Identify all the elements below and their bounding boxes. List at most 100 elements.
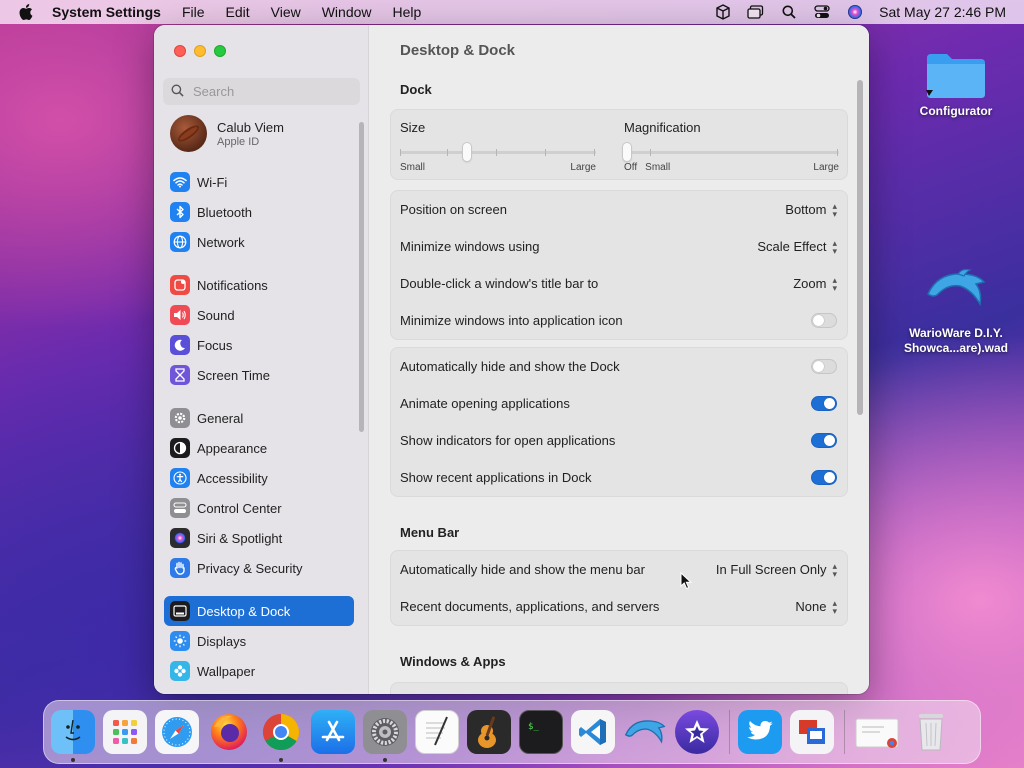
- sidebar-item-label: Siri & Spotlight: [197, 530, 283, 546]
- textedit-icon[interactable]: [415, 710, 459, 754]
- close-button[interactable]: [174, 45, 186, 57]
- section-title-windows-apps: Windows & Apps: [400, 654, 506, 669]
- search-icon[interactable]: [772, 0, 805, 24]
- apple-menu-icon[interactable]: [0, 4, 52, 20]
- safari-icon[interactable]: [155, 710, 199, 754]
- size-slider[interactable]: [400, 143, 596, 161]
- dock-separator: [729, 710, 730, 754]
- imovie-icon[interactable]: [675, 710, 719, 754]
- garageband-icon[interactable]: [467, 710, 511, 754]
- sidebar-item-privacy-security[interactable]: Privacy & Security: [164, 553, 354, 583]
- minimize-effect-popup[interactable]: Scale Effect ▴ ▾: [757, 238, 837, 255]
- menu-window[interactable]: Window: [322, 4, 372, 20]
- remote-desktop-icon[interactable]: [790, 710, 834, 754]
- speaker-icon: [170, 305, 190, 325]
- apple-id-account[interactable]: Calub Viem Apple ID: [170, 115, 284, 152]
- sidebar-item-screen-time[interactable]: Screen Time: [164, 360, 354, 390]
- auto-hide-dock-toggle[interactable]: [811, 359, 837, 374]
- firefox-icon[interactable]: [207, 710, 251, 754]
- row-label: Minimize windows using: [400, 239, 540, 254]
- desktop-icon-wad-file[interactable]: WarioWare D.I.Y. Showca...are).wad: [896, 268, 1016, 356]
- trash-icon[interactable]: [909, 710, 953, 754]
- menu-bar-hide-popup[interactable]: In Full Screen Only ▴ ▾: [715, 561, 837, 578]
- app-name-menu[interactable]: System Settings: [52, 4, 161, 20]
- desktop-icon-configurator[interactable]: Configurator: [906, 50, 1006, 119]
- sidebar-item-bluetooth[interactable]: Bluetooth: [164, 197, 354, 227]
- row-label: Show recent applications in Dock: [400, 470, 592, 485]
- chevron-updown-icon: ▴ ▾: [832, 200, 837, 219]
- box-icon[interactable]: [706, 0, 739, 24]
- sidebar-item-desktop-dock[interactable]: Desktop & Dock: [164, 596, 354, 626]
- sidebar-item-label: Screen Time: [197, 367, 270, 383]
- menu-view[interactable]: View: [271, 4, 301, 20]
- sidebar-item-label: Control Center: [197, 500, 282, 516]
- menu-file[interactable]: File: [182, 4, 205, 20]
- row-show-recent-apps: Show recent applications in Dock: [391, 459, 847, 496]
- size-min-label: Small: [400, 162, 426, 173]
- dock-icon: [170, 601, 190, 621]
- sidebar-item-label: Accessibility: [197, 470, 268, 486]
- system-settings-window: Search Calub Viem Apple ID Wi-Fi Bluetoo…: [154, 25, 869, 694]
- popup-value: In Full Screen Only: [715, 562, 827, 577]
- minimize-button[interactable]: [194, 45, 206, 57]
- page-title: Desktop & Dock: [400, 42, 516, 59]
- magnification-slider[interactable]: [623, 143, 839, 161]
- sidebar-item-accessibility[interactable]: Accessibility: [164, 463, 354, 493]
- menu-edit[interactable]: Edit: [226, 4, 250, 20]
- system-settings-icon[interactable]: [363, 710, 407, 762]
- size-slider-block: Size Small Large: [400, 120, 596, 173]
- control-center-icon[interactable]: [805, 0, 838, 24]
- sidebar-item-wallpaper[interactable]: Wallpaper: [164, 656, 354, 686]
- row-label: Recent documents, applications, and serv…: [400, 599, 660, 614]
- sidebar-item-network[interactable]: Network: [164, 227, 354, 257]
- search-icon: [171, 84, 187, 100]
- window-stack-icon[interactable]: [739, 0, 772, 24]
- flower-icon: [170, 661, 190, 681]
- chrome-icon[interactable]: [259, 710, 303, 762]
- position-popup[interactable]: Bottom ▴ ▾: [785, 200, 837, 219]
- terminal-icon[interactable]: $_: [519, 710, 563, 754]
- show-indicators-toggle[interactable]: [811, 433, 837, 448]
- dolphin-icon[interactable]: [623, 710, 667, 754]
- dock-sliders-group: Size Small Large Magnification Off Small…: [390, 109, 848, 180]
- desktop-icon-label-line2: Showca...are).wad: [903, 341, 1009, 355]
- launchpad-icon[interactable]: [103, 710, 147, 754]
- animate-opening-toggle[interactable]: [811, 396, 837, 411]
- siri-icon[interactable]: [838, 0, 871, 24]
- size-max-label: Large: [570, 162, 596, 173]
- show-recent-apps-toggle[interactable]: [811, 470, 837, 485]
- double-click-action-popup[interactable]: Zoom ▴ ▾: [793, 275, 837, 292]
- sidebar-item-notifications[interactable]: Notifications: [164, 270, 354, 300]
- sidebar-item-sound[interactable]: Sound: [164, 300, 354, 330]
- recent-items-popup[interactable]: None ▴ ▾: [795, 598, 837, 615]
- dolphin-icon: [924, 268, 988, 312]
- wifi-icon: [170, 172, 190, 192]
- sidebar-item-wifi[interactable]: Wi-Fi: [164, 167, 354, 197]
- avatar: [170, 115, 207, 152]
- menu-help[interactable]: Help: [393, 4, 422, 20]
- recent-document-icon[interactable]: [853, 710, 901, 754]
- sidebar-item-focus[interactable]: Focus: [164, 330, 354, 360]
- main-pane: Desktop & Dock Dock Size Small Large Mag…: [369, 25, 869, 694]
- size-slider-knob[interactable]: [462, 143, 471, 161]
- app-store-icon[interactable]: [311, 710, 355, 754]
- sidebar-item-appearance[interactable]: Appearance: [164, 433, 354, 463]
- magnification-slider-knob[interactable]: [623, 143, 631, 161]
- sidebar-item-general[interactable]: General: [164, 403, 354, 433]
- finder-icon[interactable]: [51, 710, 95, 762]
- search-input[interactable]: Search: [163, 78, 360, 105]
- sidebar-item-siri-spotlight[interactable]: Siri & Spotlight: [164, 523, 354, 553]
- zoom-button[interactable]: [214, 45, 226, 57]
- main-scrollbar[interactable]: [857, 80, 863, 415]
- twitter-icon[interactable]: [738, 710, 782, 754]
- row-recent-documents: Recent documents, applications, and serv…: [391, 588, 847, 625]
- sidebar-item-label: Wallpaper: [197, 663, 256, 679]
- sidebar-scrollbar[interactable]: [359, 122, 364, 432]
- minimize-into-icon-toggle[interactable]: [811, 313, 837, 328]
- menu-bar-clock[interactable]: Sat May 27 2:46 PM: [879, 4, 1006, 20]
- vscode-icon[interactable]: [571, 710, 615, 754]
- sidebar-item-displays[interactable]: Displays: [164, 626, 354, 656]
- sidebar-item-label: General: [197, 410, 244, 426]
- sidebar-item-label: Desktop & Dock: [197, 603, 291, 619]
- sidebar-item-control-center[interactable]: Control Center: [164, 493, 354, 523]
